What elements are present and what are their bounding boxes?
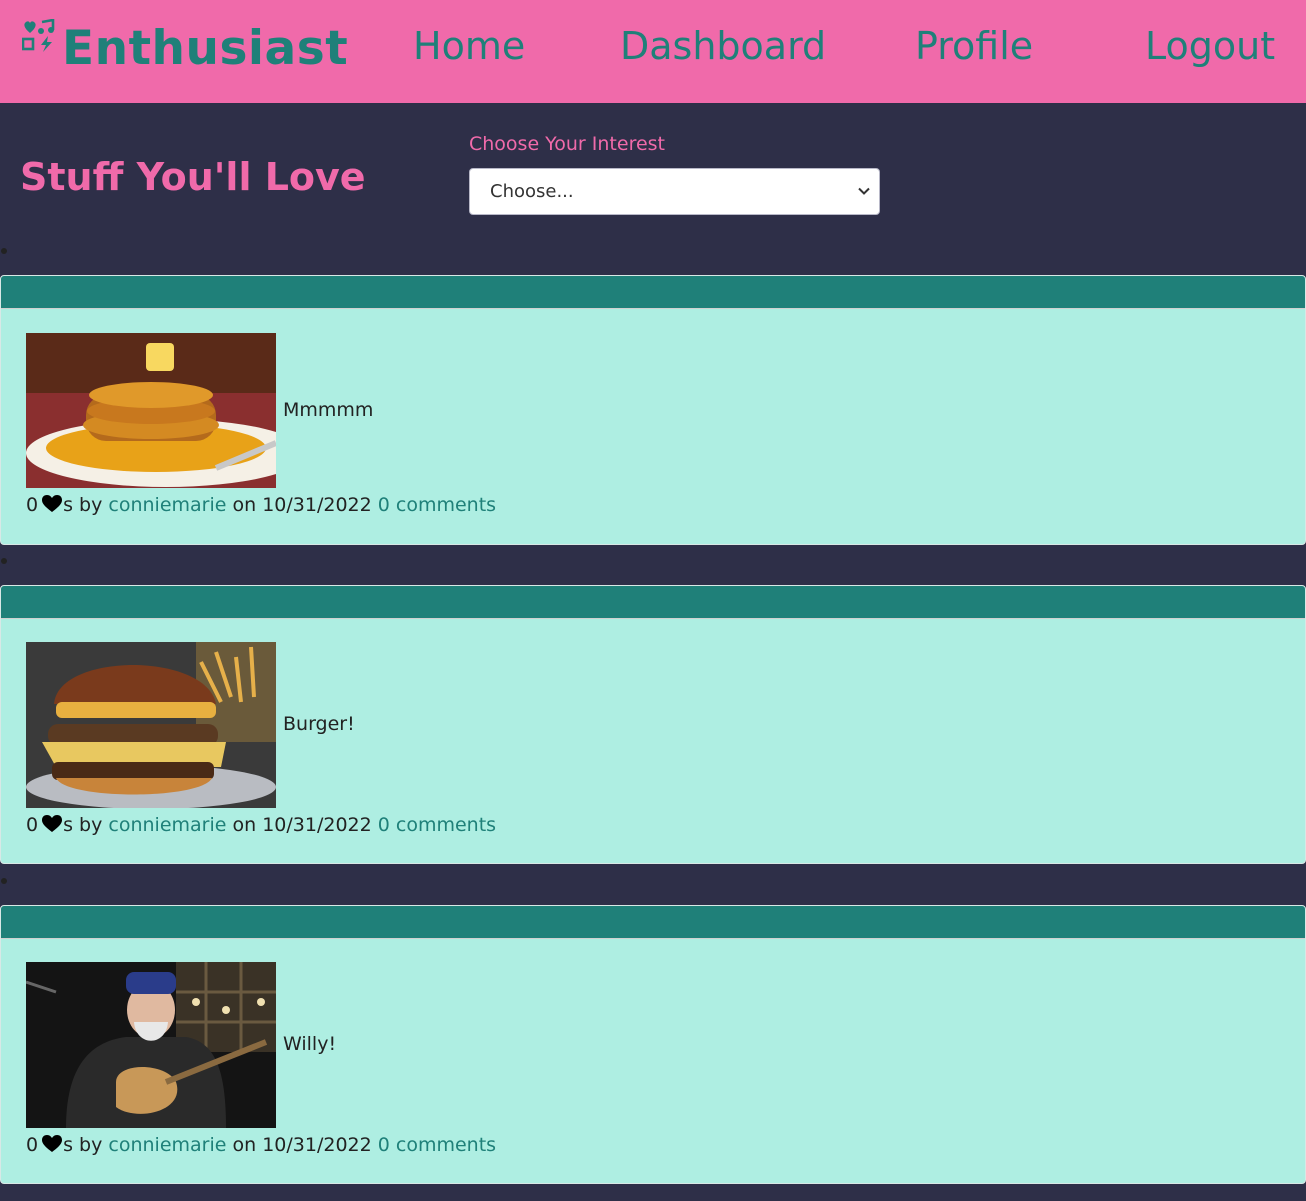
interest-select[interactable]: Choose... [469,168,880,215]
post-card-header [1,276,1305,309]
likes-suffix: s by [63,494,103,516]
interest-label: Choose Your Interest [469,133,666,155]
author-link[interactable]: conniemarie [108,494,226,516]
nav-profile[interactable]: Profile [915,24,1033,68]
heart-icon[interactable] [42,1135,63,1153]
interests-icon [22,19,55,52]
list-bullet [1,248,7,254]
date-prefix: on [232,814,257,836]
post-card: Mmmmm 0 s by conniemarie on 10/31/2022 0 … [0,275,1306,545]
author-link[interactable]: conniemarie [108,814,226,836]
nav-home[interactable]: Home [413,24,525,68]
heart-icon[interactable] [42,495,63,513]
post-date: 10/31/2022 [262,1134,372,1156]
brand[interactable]: Enthusiast [22,18,348,78]
post-card: Burger! 0 s by conniemarie on 10/31/2022 … [0,585,1306,864]
comments-link[interactable]: 0 comments [378,1134,496,1156]
date-prefix: on [232,1134,257,1156]
post-card: Willy! 0 s by conniemarie on 10/31/2022 0… [0,905,1306,1184]
likes-suffix: s by [63,1134,103,1156]
list-bullet [1,878,7,884]
chevron-down-icon [858,187,870,195]
comments-link[interactable]: 0 comments [378,814,496,836]
comments-link[interactable]: 0 comments [378,494,496,516]
post-date: 10/31/2022 [262,814,372,836]
heart-icon[interactable] [42,815,63,833]
post-meta: 0 s by conniemarie on 10/31/2022 0 commen… [26,814,496,836]
post-image-burger [26,642,276,808]
like-count: 0 [26,814,39,836]
nav-logout[interactable]: Logout [1145,24,1275,68]
brand-name: Enthusiast [62,20,349,76]
post-image-pancakes [26,333,276,488]
post-text: Mmmmm [283,399,374,421]
post-text: Burger! [283,713,355,735]
post-image-musician [26,962,276,1128]
post-card-header [1,906,1305,939]
interest-select-value: Choose... [490,181,574,202]
list-bullet [1,558,7,564]
post-meta: 0 s by conniemarie on 10/31/2022 0 commen… [26,494,496,516]
navbar: Enthusiast Home Dashboard Profile Logout [0,0,1306,103]
post-card-header [1,586,1305,619]
date-prefix: on [232,494,257,516]
page-title: Stuff You'll Love [20,155,366,199]
likes-suffix: s by [63,814,103,836]
post-text: Willy! [283,1033,337,1055]
author-link[interactable]: conniemarie [108,1134,226,1156]
post-meta: 0 s by conniemarie on 10/31/2022 0 commen… [26,1134,496,1156]
post-date: 10/31/2022 [262,494,372,516]
like-count: 0 [26,494,39,516]
like-count: 0 [26,1134,39,1156]
nav-dashboard[interactable]: Dashboard [620,24,826,68]
